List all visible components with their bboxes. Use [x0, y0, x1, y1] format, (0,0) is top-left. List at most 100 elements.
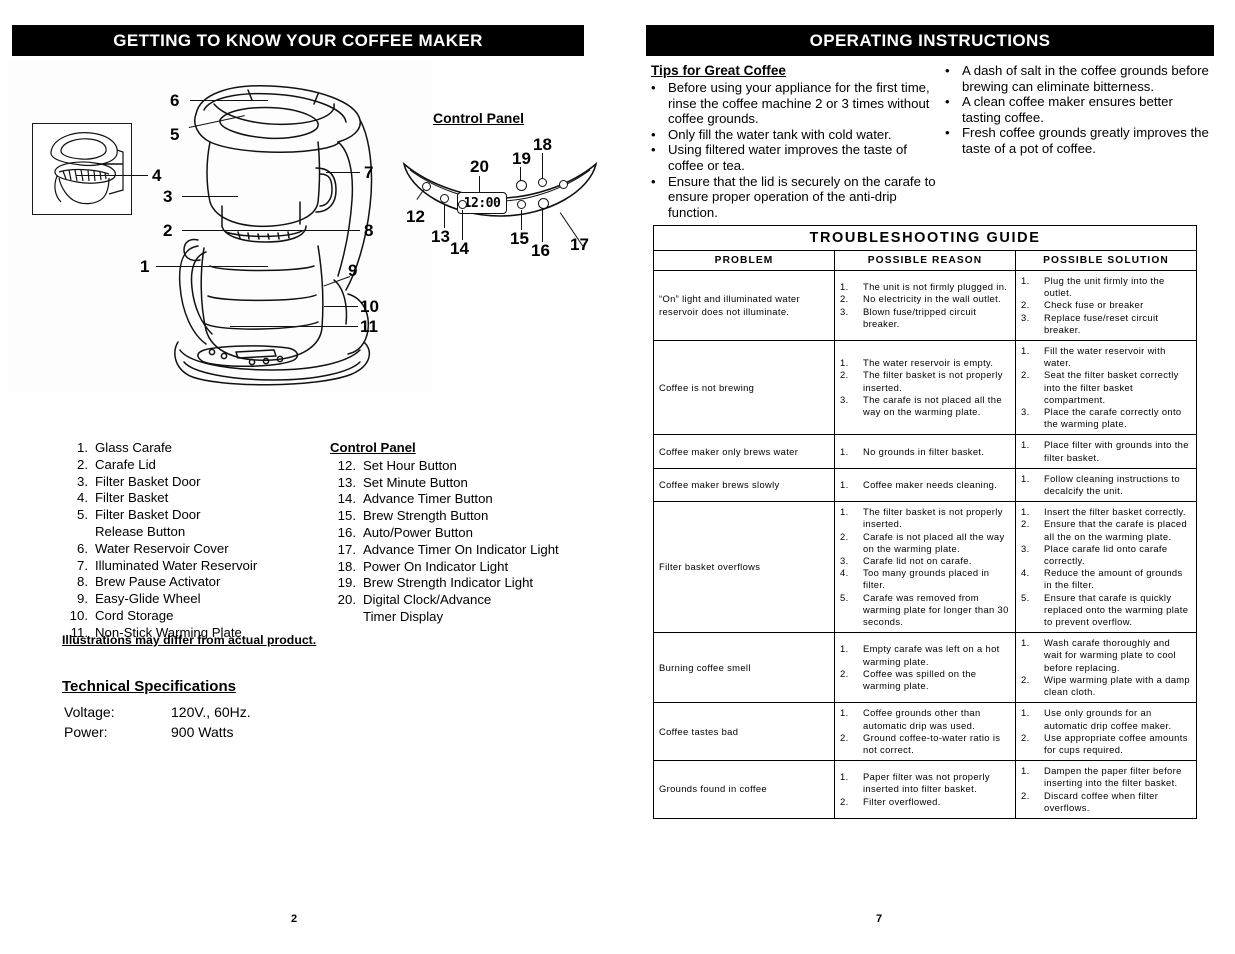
control-panel-list-item-number: 20. [337, 592, 356, 608]
troubleshooting-solution-item-text: Ensure that the carafe is placed all the… [1044, 518, 1188, 542]
parts-list-item-label: Filter Basket Door [95, 473, 201, 489]
cp-control-17-icon[interactable] [559, 180, 568, 189]
parts-list-item: 4. Filter Basket [62, 490, 312, 507]
tip-item-text: Before using your appliance for the firs… [668, 80, 930, 127]
parts-list-item-number: 8. [77, 574, 88, 590]
troubleshooting-solution-item-number: 3. [1021, 542, 1030, 554]
cp-control-19-icon[interactable] [516, 180, 527, 191]
troubleshooting-solution-item-text: Place filter with grounds into the filte… [1044, 439, 1189, 463]
control-panel-list-item: 13. Set Minute Button [330, 475, 600, 492]
control-panel-list-item-label: Brew Strength Button [363, 508, 489, 524]
troubleshooting-reason-item-number: 2. [840, 369, 849, 381]
troubleshooting-solution: 1. Insert the filter basket correctly. 2. E… [1015, 501, 1197, 634]
troubleshooting-solution-item-text: Check fuse or breaker [1044, 299, 1144, 311]
troubleshooting-reason-item-number: 3. [840, 555, 849, 567]
control-panel-parts-list: Control Panel 12. Set Hour Button 13. Set M… [330, 440, 600, 626]
cp-leader-20 [479, 176, 481, 192]
control-panel-list-item: 12. Set Hour Button [330, 458, 600, 475]
tips-title: Tips for Great Coffee [651, 63, 786, 78]
troubleshooting-solution-item-number: 2. [1021, 789, 1030, 801]
troubleshooting-solution-item-text: Discard coffee when filter overflows. [1044, 789, 1159, 813]
parts-list-item-number: 3. [77, 473, 88, 489]
page-number-right: 7 [876, 913, 883, 925]
bullet-icon: • [651, 142, 656, 158]
troubleshooting-reason-item: 2. Ground coffee-to-water ratio is not co… [840, 732, 1010, 756]
troubleshooting-solution-item-number: 2. [1021, 673, 1030, 685]
troubleshooting-reason-item-text: The filter basket is not properly insert… [863, 369, 1003, 393]
troubleshooting-solution-item: 1. Dampen the paper filter before inserti… [1021, 765, 1191, 789]
troubleshooting-row: Filter basket overflows 1. The filter bask… [653, 501, 1197, 634]
right-page-banner: OPERATING INSTRUCTIONS [646, 25, 1214, 56]
parts-list-item-number: 10. [69, 607, 88, 623]
bullet-icon: • [945, 125, 950, 141]
parts-list-item-label: Water Reservoir Cover [95, 540, 229, 556]
leader-3 [182, 196, 238, 198]
leader-7 [326, 172, 360, 174]
troubleshooting-solution-item-text: Ensure that carafe is quickly replaced o… [1044, 591, 1189, 628]
parts-list-item-number: 1. [77, 440, 88, 455]
bullet-icon: • [945, 94, 950, 110]
troubleshooting-reason: 1. Coffee grounds other than automatic dr… [834, 702, 1016, 762]
troubleshooting-reason-item-text: Coffee was spilled on the warming plate. [863, 667, 977, 691]
troubleshooting-reason-item-number: 1. [840, 281, 849, 293]
tech-spec-label: Power: [64, 724, 108, 740]
troubleshooting-solution-item-text: Wash carafe thoroughly and wait for warm… [1044, 637, 1176, 673]
troubleshooting-title: TROUBLESHOOTING GUIDE [653, 225, 1197, 251]
callout-3: 3 [163, 187, 173, 206]
troubleshooting-solution-item-text: Dampen the paper filter before inserting… [1044, 765, 1182, 789]
tip-item: • Only fill the water tank with cold wate… [651, 127, 941, 143]
callout-7: 7 [364, 163, 374, 182]
troubleshooting-solution-item-text: Use only grounds for an automatic drip c… [1044, 707, 1172, 731]
tip-item-text: A dash of salt in the coffee grounds bef… [962, 63, 1209, 94]
troubleshooting-solution-item: 1. Plug the unit firmly into the outlet. [1021, 275, 1191, 299]
troubleshooting-solution-item: 1. Wash carafe thoroughly and wait for wa… [1021, 637, 1191, 674]
cp-control-14-icon[interactable] [458, 200, 467, 209]
leader-10 [324, 306, 358, 308]
troubleshooting-solution-item-number: 2. [1021, 369, 1030, 381]
troubleshooting-reason-item: 1. Coffee grounds other than automatic dr… [840, 707, 1010, 731]
troubleshooting-solution-item-number: 1. [1021, 345, 1030, 357]
troubleshooting-problem: Coffee tastes bad [653, 702, 835, 762]
troubleshooting-reason-item-number: 1. [840, 707, 849, 719]
troubleshooting-reason-item: 4. Too many grounds placed in filter. [840, 567, 1010, 591]
troubleshooting-reason-item-number: 3. [840, 393, 849, 405]
control-panel-list-item-number: 17. [337, 541, 356, 557]
control-panel-list-item-number: 19. [337, 575, 356, 591]
troubleshooting-solution-item-number: 3. [1021, 311, 1030, 323]
troubleshooting-reason-item-text: Blown fuse/tripped circuit breaker. [863, 305, 977, 329]
troubleshooting-solution-item: 1. Follow cleaning instructions to decalc… [1021, 473, 1191, 497]
cp-control-18-icon[interactable] [538, 178, 547, 187]
troubleshooting-reason-item-number: 1. [840, 643, 849, 655]
control-panel-list-item-label: Advance Timer On Indicator Light [363, 541, 559, 557]
callout-1: 1 [140, 257, 150, 276]
troubleshooting-reason-item-number: 1. [840, 357, 849, 369]
troubleshooting-reason-item-text: No electricity in the wall outlet. [863, 293, 1001, 305]
troubleshooting-reason-item-number: 2. [840, 530, 849, 542]
control-panel-list-item-label: Brew Strength Indicator Light [363, 575, 534, 591]
troubleshooting-header-row: PROBLEM POSSIBLE REASON POSSIBLE SOLUTION [653, 250, 1197, 271]
callout-5: 5 [170, 125, 180, 144]
cp-control-13-icon[interactable] [440, 194, 449, 203]
tip-item-text: Fresh coffee grounds greatly improves th… [962, 125, 1209, 156]
tech-spec-row: Voltage: 120V., 60Hz. [64, 703, 251, 721]
troubleshooting-solution: 1. Plug the unit firmly into the outlet. 2… [1015, 269, 1197, 342]
troubleshooting-solution-item-number: 1. [1021, 439, 1030, 451]
troubleshooting-solution: 1. Dampen the paper filter before inserti… [1015, 760, 1197, 819]
troubleshooting-solution-item: 2. Ensure that the carafe is placed all t… [1021, 518, 1191, 542]
troubleshooting-reason: 1. The filter basket is not properly inse… [834, 501, 1016, 634]
troubleshooting-reason-item: 3. Blown fuse/tripped circuit breaker. [840, 306, 1010, 330]
tech-spec-row: Power: 900 Watts [64, 723, 251, 741]
cp-control-15-icon[interactable] [517, 200, 526, 209]
troubleshooting-solution-item-number: 2. [1021, 299, 1030, 311]
parts-list-item: 6. Water Reservoir Cover [62, 541, 312, 558]
control-panel-list-item-number: 14. [337, 491, 356, 507]
troubleshooting-title-row: TROUBLESHOOTING GUIDE [653, 225, 1197, 251]
troubleshooting-reason: 1. Coffee maker needs cleaning. [834, 467, 1016, 503]
troubleshooting-reason-item: 2. The filter basket is not properly inse… [840, 369, 1010, 393]
cp-control-16-icon[interactable] [538, 198, 549, 209]
control-panel-list-item: 20. Digital Clock/Advance [330, 592, 600, 609]
parts-list-item: 8. Brew Pause Activator [62, 574, 312, 591]
tip-item: • Fresh coffee grounds greatly improves t… [945, 125, 1215, 156]
callout-2: 2 [163, 221, 173, 240]
troubleshooting-problem: Coffee maker only brews water [653, 434, 835, 469]
